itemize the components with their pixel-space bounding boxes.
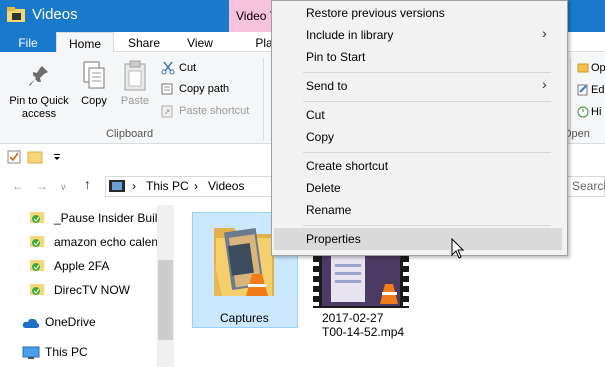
pin-icon (29, 66, 48, 86)
copy-path-button[interactable]: Copy path (179, 83, 229, 96)
menu-item-create-shortcut[interactable]: Create shortcut (306, 159, 388, 173)
breadcrumb-separator[interactable]: › (132, 179, 136, 193)
menu-item-properties[interactable]: Properties (306, 232, 361, 246)
nav-item-label: DirecTV NOW (54, 283, 130, 297)
nav-item-this-pc[interactable]: This PC (20, 344, 156, 362)
breadcrumb-separator[interactable]: › (194, 179, 198, 193)
nav-item-label: OneDrive (45, 315, 96, 329)
nav-item-label: Apple 2FA (54, 259, 110, 273)
paste-button[interactable]: Paste (116, 58, 154, 124)
menu-item-rename[interactable]: Rename (306, 203, 351, 217)
quick-access-folder-icon (30, 260, 44, 271)
copy-path-icon (161, 83, 173, 95)
back-button[interactable]: ← (12, 179, 24, 193)
menu-item-delete[interactable]: Delete (306, 181, 341, 195)
properties-check-icon[interactable] (7, 150, 21, 164)
menu-item-copy[interactable]: Copy (306, 130, 334, 144)
forward-button[interactable]: → (36, 179, 48, 193)
tab-view[interactable]: View (175, 32, 225, 53)
recent-locations-dropdown[interactable]: ∨ (60, 182, 67, 193)
nav-item[interactable]: DirecTV NOW (30, 281, 156, 299)
scissors-icon (161, 61, 175, 75)
menu-separator (303, 152, 551, 153)
video-thumbnail-icon[interactable] (313, 250, 409, 308)
tab-share[interactable]: Share (118, 32, 170, 53)
history-button[interactable]: Hi (591, 106, 601, 118)
open-icon (577, 63, 589, 73)
nav-item-label: amazon echo calende (54, 235, 172, 249)
nav-item-label: This PC (45, 345, 88, 359)
open-button[interactable]: Open (591, 62, 605, 74)
nav-item-label: _Pause Insider Build (54, 211, 165, 225)
video-folder-icon (7, 7, 25, 22)
window-title: Videos (32, 6, 78, 23)
cloud-icon (22, 318, 40, 328)
nav-item[interactable]: Apple 2FA (30, 257, 156, 275)
nav-scrollbar-thumb[interactable] (158, 260, 173, 340)
mouse-cursor-icon (451, 238, 465, 259)
menu-separator (303, 72, 551, 73)
pin-label: Pin to Quick access (9, 95, 69, 120)
tab-home[interactable]: Home (56, 32, 114, 53)
edit-button[interactable]: Ed (591, 84, 604, 96)
nav-item[interactable]: amazon echo calende (30, 233, 171, 251)
search-placeholder: Search (572, 179, 605, 193)
file-label: 2017-02-27 T00-14-52.mp4 (322, 311, 405, 339)
paste-label: Paste (120, 95, 150, 107)
history-icon (577, 106, 589, 118)
pin-quick-access-button[interactable]: Pin to Quick access (4, 58, 74, 124)
submenu-arrow-icon: › (542, 76, 547, 92)
file-label: Captures (220, 311, 269, 325)
nav-item-onedrive[interactable]: OneDrive (20, 314, 156, 332)
menu-item-include-in-library[interactable]: Include in library (306, 28, 393, 42)
computer-icon (22, 346, 40, 359)
nav-item[interactable]: _Pause Insider Build (30, 209, 164, 227)
clipboard-group-label: Clipboard (106, 128, 154, 140)
menu-item-restore-previous-versions[interactable]: Restore previous versions (306, 6, 445, 20)
up-button[interactable]: ↑ (84, 176, 91, 192)
menu-item-send-to[interactable]: Send to (306, 79, 347, 93)
copy-icon (83, 61, 105, 89)
copy-button[interactable]: Copy (76, 58, 112, 124)
menu-item-pin-to-start[interactable]: Pin to Start (306, 50, 365, 64)
quick-access-folder-icon (30, 284, 44, 295)
menu-separator (303, 225, 551, 226)
quick-access-folder-icon (30, 236, 44, 247)
submenu-arrow-icon: › (542, 25, 547, 41)
customize-toolbar-dropdown-icon[interactable] (53, 153, 61, 161)
tab-file[interactable]: File (0, 32, 56, 53)
menu-item-cut[interactable]: Cut (306, 108, 325, 122)
quick-access-folder-icon (30, 212, 44, 223)
clipboard-paste-icon (124, 60, 146, 91)
breadcrumb-videos[interactable]: Videos (208, 179, 244, 193)
edit-icon (577, 84, 588, 96)
breadcrumb-this-pc[interactable]: This PC (146, 179, 189, 193)
menu-separator (303, 101, 551, 102)
ribbon-group-separator (263, 58, 264, 140)
cut-button[interactable]: Cut (179, 62, 196, 75)
paste-shortcut-icon (161, 105, 173, 118)
copy-label: Copy (81, 95, 107, 107)
paste-shortcut-button[interactable]: Paste shortcut (179, 105, 249, 118)
new-folder-icon[interactable] (27, 150, 43, 164)
folder-with-images-icon (214, 228, 274, 296)
video-library-icon (109, 180, 125, 192)
